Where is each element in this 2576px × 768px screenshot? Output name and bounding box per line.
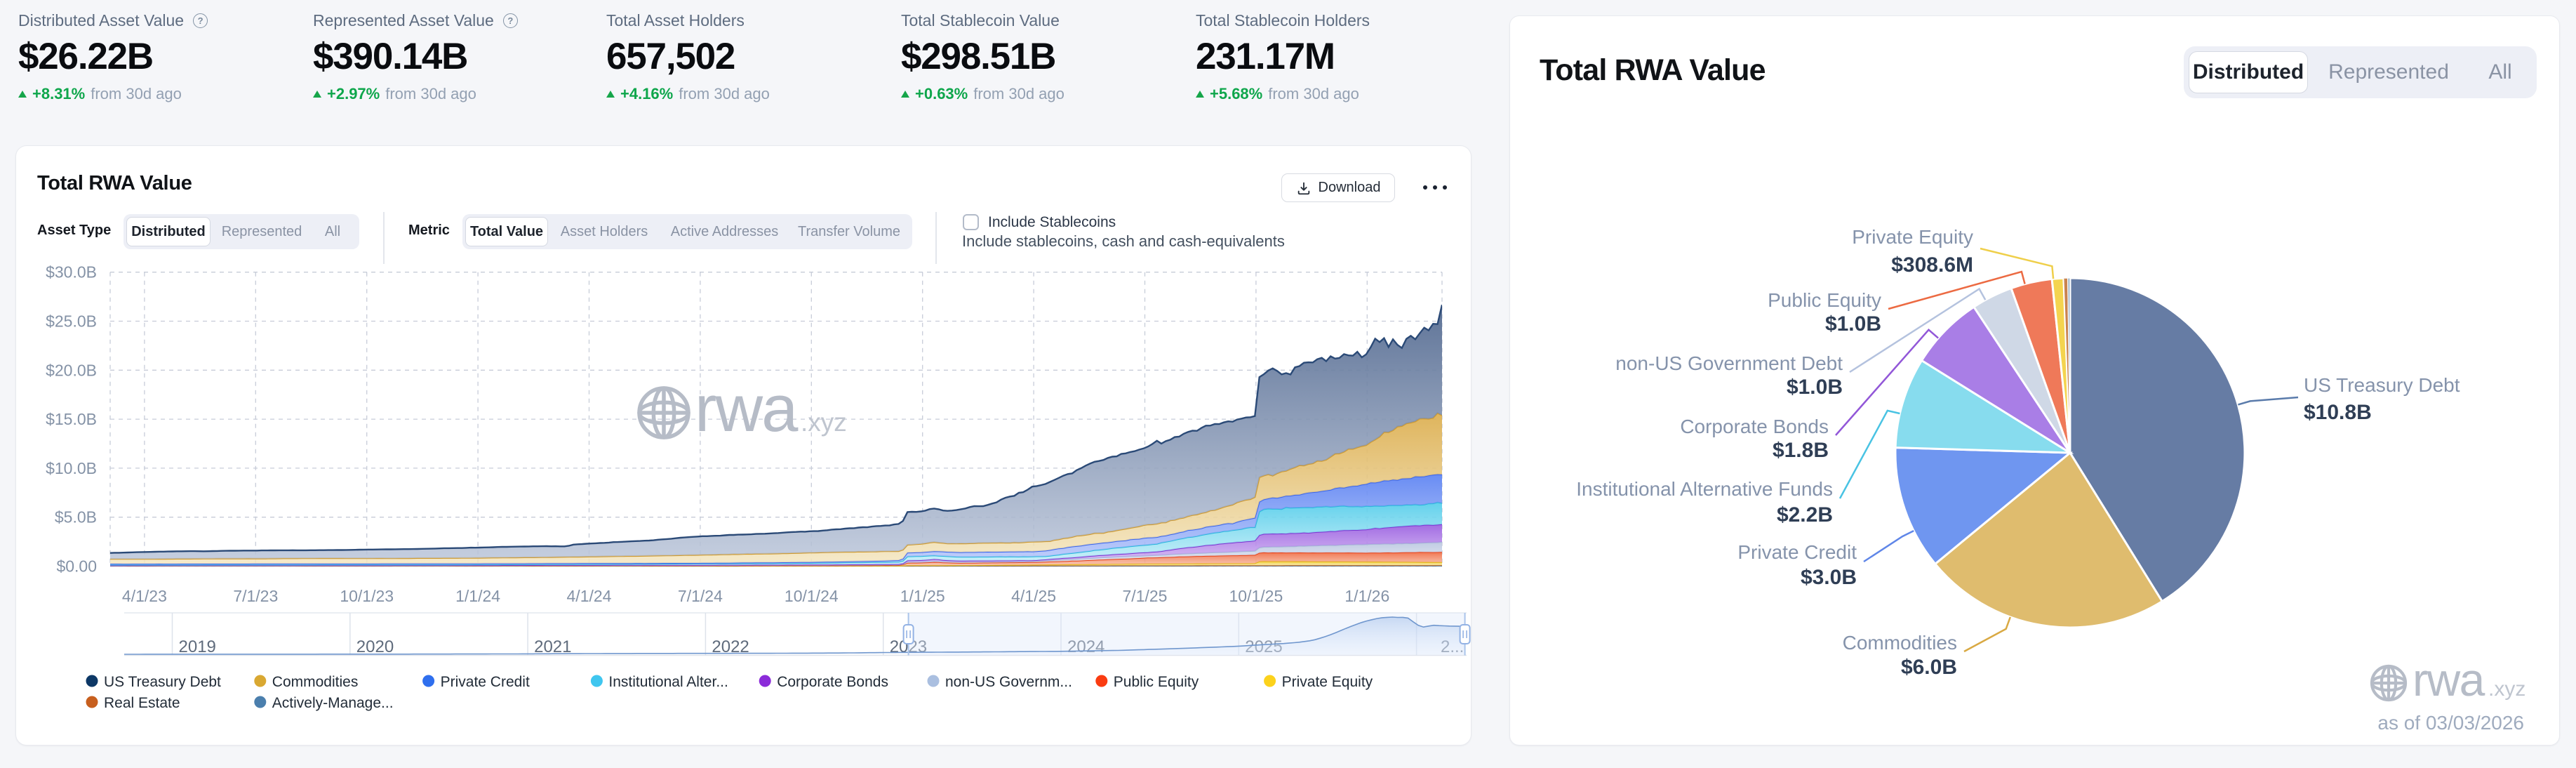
svg-text:$5.0B: $5.0B (55, 508, 97, 527)
svg-text:Corporate Bonds: Corporate Bonds (777, 674, 888, 690)
svg-text:Institutional Alter...: Institutional Alter... (608, 674, 728, 690)
svg-text:$25.0B: $25.0B (46, 312, 97, 331)
svg-text:$6.0B: $6.0B (1901, 656, 1957, 679)
svg-text:$3.0B: $3.0B (1801, 566, 1857, 589)
svg-text:non-US Government Debt: non-US Government Debt (1615, 352, 1843, 374)
svg-text:$0.00: $0.00 (56, 557, 97, 576)
svg-text:Private Credit: Private Credit (441, 674, 530, 690)
svg-text:Commodities: Commodities (1843, 632, 1957, 654)
svg-text:Private Equity: Private Equity (1282, 674, 1373, 690)
svg-text:$15.0B: $15.0B (46, 410, 97, 428)
svg-text:Institutional Alternative Fund: Institutional Alternative Funds (1576, 478, 1833, 500)
svg-text:rwa: rwa (2413, 654, 2485, 706)
svg-text:rwa: rwa (695, 371, 799, 445)
svg-text:7/1/25: 7/1/25 (1123, 587, 1168, 605)
svg-text:$308.6M: $308.6M (1891, 253, 1973, 277)
svg-text:.xyz: .xyz (801, 408, 847, 437)
svg-text:US Treasury Debt: US Treasury Debt (104, 674, 221, 690)
svg-text:$10.8B: $10.8B (2304, 401, 2372, 424)
svg-text:1/1/26: 1/1/26 (1344, 587, 1389, 605)
svg-text:$30.0B: $30.0B (46, 263, 97, 282)
svg-text:non-US Governm...: non-US Governm... (945, 674, 1072, 690)
svg-text:Private Credit: Private Credit (1737, 541, 1857, 563)
svg-text:$1.0B: $1.0B (1787, 376, 1843, 399)
svg-text:7/1/23: 7/1/23 (233, 587, 278, 605)
svg-text:$10.0B: $10.0B (46, 459, 97, 477)
svg-text:Commodities: Commodities (272, 674, 359, 690)
svg-text:$20.0B: $20.0B (46, 361, 97, 379)
svg-text:$2.2B: $2.2B (1777, 503, 1833, 527)
svg-text:2019: 2019 (179, 637, 216, 656)
svg-text:US Treasury Debt: US Treasury Debt (2304, 374, 2460, 396)
svg-text:Actively-Manage...: Actively-Manage... (272, 695, 394, 711)
svg-text:4/1/25: 4/1/25 (1011, 587, 1056, 605)
svg-text:Corporate Bonds: Corporate Bonds (1680, 416, 1829, 437)
svg-text:4/1/23: 4/1/23 (122, 587, 167, 605)
svg-text:4/1/24: 4/1/24 (567, 587, 612, 605)
svg-text:1/1/24: 1/1/24 (455, 587, 500, 605)
svg-text:7/1/24: 7/1/24 (678, 587, 723, 605)
svg-text:Private Equity: Private Equity (1852, 226, 1973, 248)
svg-text:as of 03/03/2026: as of 03/03/2026 (2377, 712, 2524, 734)
svg-text:10/1/23: 10/1/23 (340, 587, 394, 605)
svg-text:1/1/25: 1/1/25 (900, 587, 945, 605)
svg-text:.xyz: .xyz (2488, 677, 2525, 701)
svg-text:Public Equity: Public Equity (1114, 674, 1199, 690)
svg-text:2020: 2020 (356, 637, 394, 656)
svg-text:10/1/24: 10/1/24 (785, 587, 839, 605)
svg-text:10/1/25: 10/1/25 (1229, 587, 1283, 605)
svg-text:Public Equity: Public Equity (1768, 289, 1881, 311)
svg-text:$1.0B: $1.0B (1825, 312, 1881, 336)
svg-text:$1.8B: $1.8B (1773, 439, 1829, 462)
svg-text:Real Estate: Real Estate (104, 695, 180, 711)
